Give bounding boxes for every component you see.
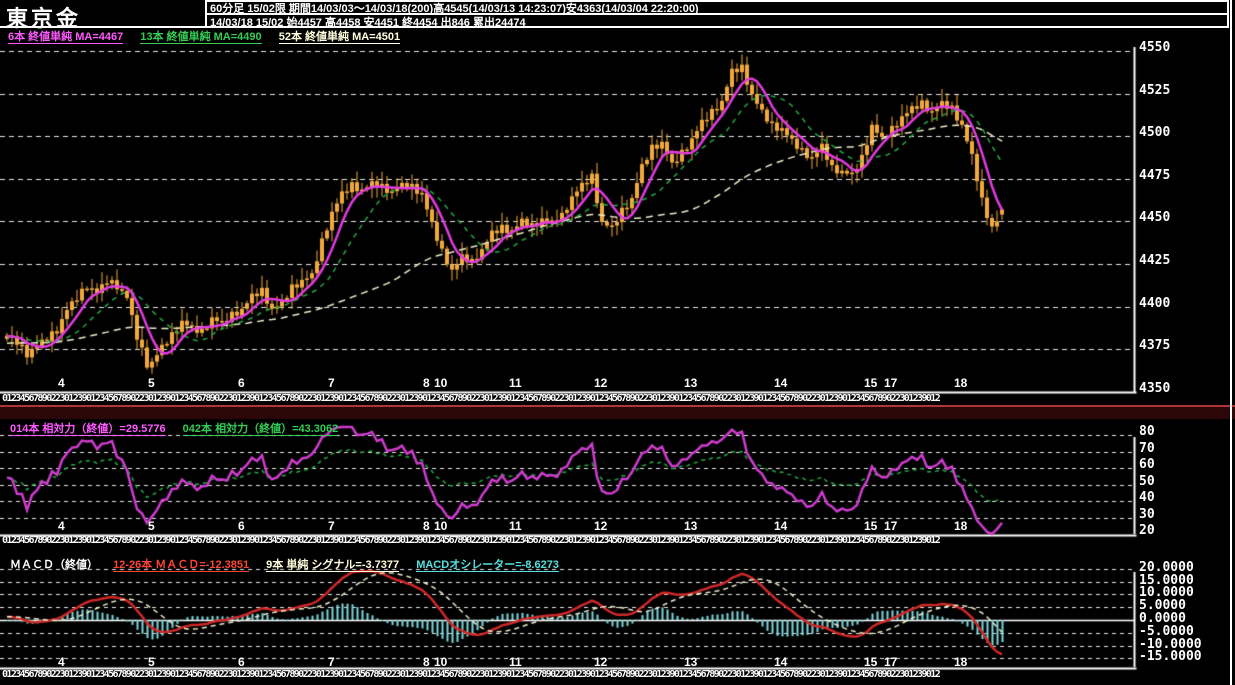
price-axis-label-4425: 4425 (1139, 253, 1171, 268)
price-axis-label-4350: 4350 (1139, 380, 1171, 396)
date-tick-main-5: 5 (148, 376, 155, 390)
date-tick-macd-7: 7 (328, 655, 335, 669)
hour-axis-row-rsi: 0123456789022301239012345678902230123901… (2, 535, 941, 546)
rsi-axis-label-30: 30 (1139, 506, 1155, 522)
macd-line-legend[interactable]: 12-26本 ＭＡＣＤ=-12.3851 (113, 559, 250, 572)
info-box-right-border (1227, 0, 1229, 27)
signal-line-legend[interactable]: 9本 単純 シグナル=-3.7377 (266, 559, 400, 572)
date-tick-main-13: 13 (684, 376, 698, 390)
macd-axis-label--15.0000: -15.0000 (1139, 649, 1202, 665)
rsi-axis-label-50: 50 (1139, 473, 1155, 489)
date-tick-main-17: 17 (884, 376, 898, 390)
hour-axis-row-macd: 0123456789022301239012345678902230123901… (2, 669, 941, 680)
price-axis-label-4550: 4550 (1139, 40, 1171, 55)
price-axis-label-4375: 4375 (1139, 338, 1171, 354)
trading-chart-screen: 東京金 60分足 15/02限 期間14/03/03～14/03/18(200)… (0, 0, 1235, 685)
date-tick-rsi-15: 15 (864, 519, 878, 533)
date-tick-main-18: 18 (954, 376, 968, 390)
rsi-legend: 014本 相対力（終値）=29.5776 042本 相対力（終値）=43.306… (10, 420, 352, 436)
date-tick-macd-15: 15 (864, 655, 878, 669)
date-tick-main-11: 11 (509, 376, 522, 390)
rsi-axis-label-60: 60 (1139, 457, 1155, 473)
panel-separator (0, 405, 1235, 419)
date-tick-macd-14: 14 (774, 655, 788, 669)
date-tick-macd-10: 10 (434, 655, 448, 669)
price-axis-label-4500: 4500 (1139, 125, 1171, 141)
date-tick-rsi-14: 14 (774, 519, 788, 533)
date-tick-rsi-8: 8 (423, 519, 430, 533)
date-tick-main-14: 14 (774, 376, 788, 390)
price-axis-label-4400: 4400 (1139, 295, 1171, 311)
date-tick-main-8: 8 (423, 376, 430, 390)
date-tick-macd-13: 13 (684, 655, 698, 669)
ma52-legend[interactable]: 52本 終値単純 MA=4501 (278, 31, 401, 44)
rsi-axis-label-20: 20 (1139, 523, 1155, 539)
date-tick-rsi-18: 18 (954, 519, 968, 533)
macd-legend-prefix: ＭＡＣＤ（終値） (10, 559, 98, 571)
date-tick-main-10: 10 (434, 376, 448, 390)
rsi14-legend[interactable]: 014本 相対力（終値）=29.5776 (10, 423, 166, 436)
date-tick-macd-12: 12 (594, 655, 608, 669)
date-tick-macd-18: 18 (954, 655, 968, 669)
chart-canvas[interactable] (0, 0, 1235, 685)
rsi-axis-label-80: 80 (1139, 424, 1155, 439)
hour-axis-row-main: 0123456789022301239012345678902230123901… (2, 393, 941, 404)
date-tick-rsi-11: 11 (509, 519, 522, 533)
date-tick-rsi-7: 7 (328, 519, 335, 533)
date-tick-macd-17: 17 (884, 655, 898, 669)
macd-oscillator-legend[interactable]: MACDオシレーター=-8.6273 (416, 559, 559, 572)
price-axis-label-4525: 4525 (1139, 82, 1171, 98)
price-axis-label-4475: 4475 (1139, 167, 1171, 183)
date-tick-macd-6: 6 (238, 655, 245, 669)
rsi-axis-label-40: 40 (1139, 490, 1155, 506)
price-axis-label-4450: 4450 (1139, 210, 1171, 226)
date-tick-rsi-4: 4 (58, 519, 65, 533)
screen-right-border (1230, 0, 1232, 685)
date-tick-main-4: 4 (58, 376, 65, 390)
date-tick-main-6: 6 (238, 376, 245, 390)
date-tick-main-12: 12 (594, 376, 608, 390)
date-tick-rsi-10: 10 (434, 519, 448, 533)
date-tick-main-15: 15 (864, 376, 878, 390)
date-tick-rsi-13: 13 (684, 519, 698, 533)
date-tick-macd-11: 11 (509, 655, 522, 669)
date-tick-macd-4: 4 (58, 655, 65, 669)
rsi-axis-label-70: 70 (1139, 440, 1155, 456)
macd-legend: ＭＡＣＤ（終値） 12-26本 ＭＡＣＤ=-12.3851 9本 単純 シグナル… (10, 556, 573, 572)
date-tick-rsi-12: 12 (594, 519, 608, 533)
date-tick-rsi-17: 17 (884, 519, 898, 533)
date-tick-macd-8: 8 (423, 655, 430, 669)
ma6-legend[interactable]: 6本 終値単純 MA=4467 (8, 31, 124, 44)
date-tick-rsi-5: 5 (148, 519, 155, 533)
rsi42-legend[interactable]: 042本 相対力（終値）=43.3062 (182, 423, 339, 436)
ma-legend: 6本 終値単純 MA=4467 13本 終値単純 MA=4490 52本 終値単… (8, 28, 414, 44)
date-tick-main-7: 7 (328, 376, 335, 390)
date-tick-macd-5: 5 (148, 655, 155, 669)
info-box-left-border (205, 0, 207, 27)
date-tick-rsi-6: 6 (238, 519, 245, 533)
ma13-legend[interactable]: 13本 終値単純 MA=4490 (140, 31, 262, 44)
